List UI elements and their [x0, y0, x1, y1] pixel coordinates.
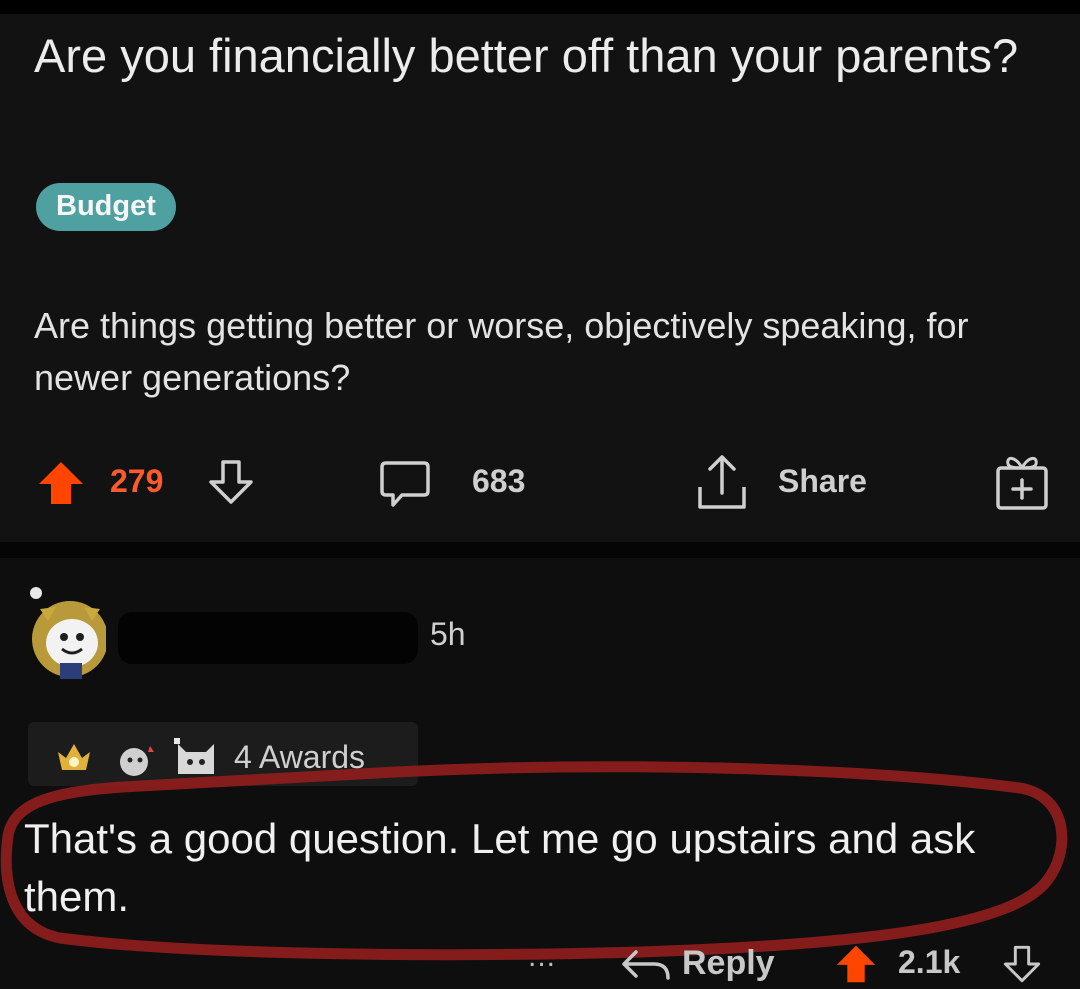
crown-award-icon [58, 744, 90, 770]
section-divider [0, 542, 1080, 558]
post-body: Are things getting better or worse, obje… [34, 305, 969, 398]
post-comment-count: 683 [472, 463, 526, 499]
redacted-username [118, 612, 418, 664]
downvote-button[interactable] [206, 458, 256, 506]
wholesome-award-icon [120, 746, 154, 776]
downvote-arrow-icon [209, 460, 253, 504]
avatar[interactable] [26, 585, 106, 683]
post-flair[interactable]: Budget [36, 183, 176, 231]
comment-upvote-button[interactable] [834, 944, 878, 989]
share-button[interactable] [692, 451, 752, 513]
reply-arrow-icon [622, 949, 670, 980]
award-button[interactable] [990, 450, 1054, 514]
comment-bubble-icon [380, 461, 430, 507]
reply-button[interactable]: Reply [620, 944, 775, 983]
more-options-button[interactable]: ... [528, 940, 556, 974]
comment-downvote-button[interactable] [1000, 944, 1044, 989]
post-vote-count: 279 [110, 463, 164, 499]
comments-button[interactable] [378, 458, 432, 510]
reply-label: Reply [682, 944, 775, 982]
upvote-arrow-icon [836, 945, 876, 983]
gift-award-icon [996, 457, 1048, 510]
share-label[interactable]: Share [778, 463, 867, 500]
comment-score: 2.1k [898, 944, 961, 980]
post-title[interactable]: Are you financially better off than your… [34, 24, 1044, 87]
upvote-button[interactable] [36, 460, 86, 506]
comment-text: That's a good question. Let me go upstai… [24, 815, 976, 920]
upvote-arrow-icon [39, 462, 83, 504]
share-icon [698, 455, 746, 509]
status-bar [0, 0, 1080, 14]
awards-count[interactable]: 4 Awards [234, 739, 365, 776]
comment-timestamp: 5h [430, 616, 466, 652]
downvote-arrow-icon [1003, 945, 1041, 983]
cat-award-icon [174, 738, 214, 774]
